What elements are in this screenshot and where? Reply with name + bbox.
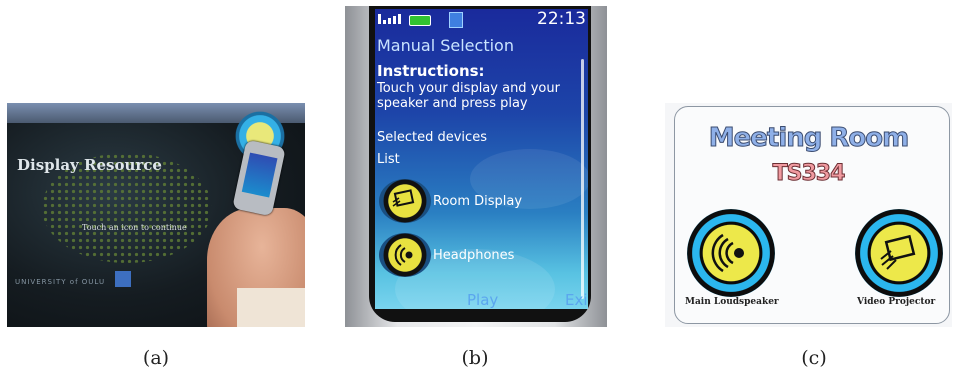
caption-c: (c) bbox=[801, 347, 827, 369]
clock: 22:13 bbox=[537, 9, 586, 29]
screen-heading: Manual Selection bbox=[377, 36, 514, 55]
projector-tag[interactable] bbox=[855, 209, 943, 297]
speaker-icon bbox=[711, 233, 744, 273]
phone-screen: 22:13 Manual Selection Instructions: Tou… bbox=[375, 9, 588, 309]
loudspeaker-tag[interactable] bbox=[687, 209, 775, 297]
battery-icon bbox=[409, 15, 431, 26]
selected-devices-label: Selected devices bbox=[377, 130, 487, 145]
signal-icon bbox=[378, 14, 401, 24]
scrollbar[interactable] bbox=[581, 59, 584, 299]
tag-label: Video Projector bbox=[857, 297, 936, 307]
instructions-title: Instructions: bbox=[377, 62, 485, 80]
room-title: Meeting Room bbox=[708, 123, 910, 154]
list-label: List bbox=[377, 152, 400, 167]
message-icon bbox=[449, 12, 463, 28]
meeting-room-poster-photo: Meeting Room TS334 Main Loudspeaker Vide… bbox=[665, 103, 952, 327]
screen-hint: Touch an icon to continue bbox=[82, 223, 187, 232]
device-label: Room Display bbox=[433, 194, 523, 209]
display-resource-photo: Display Resource Touch an icon to contin… bbox=[7, 103, 305, 327]
university-logo-icon bbox=[115, 271, 131, 287]
screen-title: Display Resource bbox=[17, 156, 162, 174]
device-room-display[interactable] bbox=[379, 179, 431, 223]
device-label: Headphones bbox=[433, 248, 515, 263]
sleeve bbox=[237, 288, 305, 327]
room-code: TS334 bbox=[772, 161, 846, 187]
device-headphones[interactable] bbox=[379, 233, 431, 277]
tag-label: Main Loudspeaker bbox=[685, 297, 779, 307]
speaker-icon bbox=[394, 244, 413, 266]
display-icon bbox=[392, 189, 415, 207]
caption-a: (a) bbox=[142, 347, 170, 369]
instructions-text: Touch your display and your speaker and … bbox=[377, 81, 560, 111]
status-bar: 22:13 bbox=[375, 9, 588, 31]
play-softkey[interactable]: Play bbox=[467, 291, 498, 309]
university-brand: UNIVERSITY of OULU bbox=[15, 278, 106, 286]
display-icon bbox=[880, 234, 916, 270]
caption-b: (b) bbox=[461, 347, 489, 369]
phone-screen bbox=[241, 152, 278, 198]
exit-softkey[interactable]: Exit bbox=[565, 291, 588, 309]
phone-ui-photo: 22:13 Manual Selection Instructions: Tou… bbox=[345, 6, 607, 327]
